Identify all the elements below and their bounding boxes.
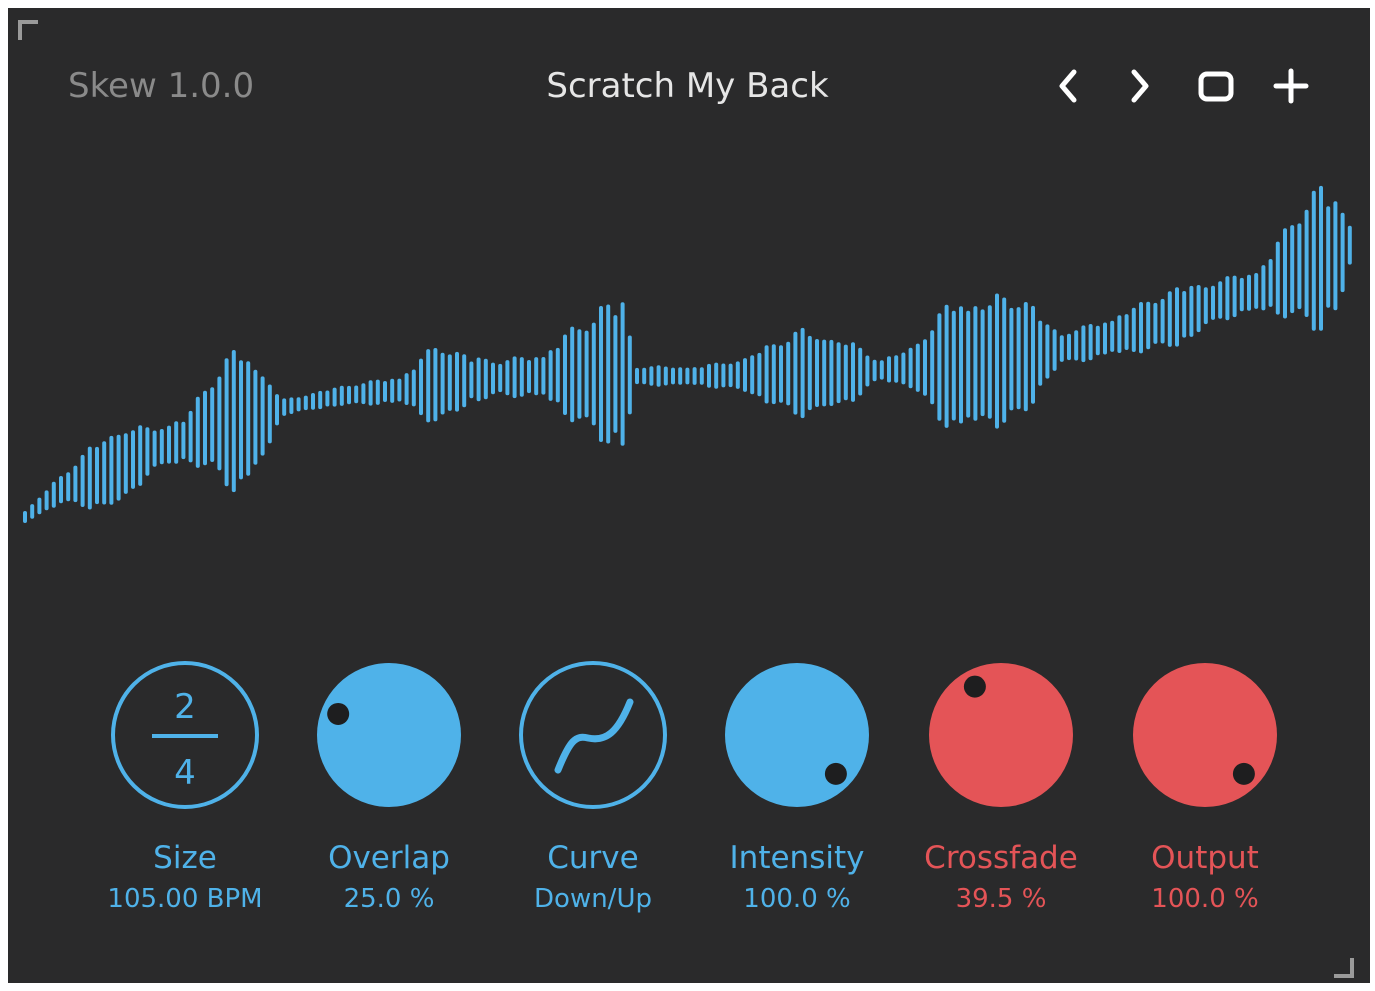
overlap-control: Overlap 25.0 % [289,660,489,940]
intensity-value[interactable]: 100.0 % [697,884,897,914]
curve-shape-icon [554,698,634,774]
overlap-indicator [327,702,350,725]
size-value[interactable]: 105.00 BPM [85,884,285,914]
curve-knob[interactable] [518,660,668,810]
curve-label: Curve [547,840,639,876]
output-value[interactable]: 100.0 % [1105,884,1305,914]
crossfade-label: Crossfade [924,840,1078,876]
size-numerator: 2 [174,687,196,727]
crossfade-value[interactable]: 39.5 % [901,884,1101,914]
curve-control: Curve Down/Up [493,660,693,940]
size-control: 2 4 Size 105.00 BPM [85,660,285,940]
resize-handle-icon[interactable] [1334,958,1354,978]
overlap-value[interactable]: 25.0 % [289,884,489,914]
output-knob[interactable] [1130,660,1280,810]
size-label: Size [153,840,217,876]
intensity-control: Intensity 100.0 % [697,660,897,940]
output-indicator [1232,762,1255,785]
crossfade-indicator [963,675,986,698]
output-control: Output 100.0 % [1105,660,1305,940]
crossfade-control: Crossfade 39.5 % [901,660,1101,940]
intensity-label: Intensity [729,840,865,876]
waveform-display[interactable] [0,0,1375,600]
intensity-indicator [824,762,847,785]
size-denominator: 4 [174,753,196,793]
overlap-label: Overlap [328,840,450,876]
intensity-knob[interactable] [722,660,872,810]
overlap-knob[interactable] [314,660,464,810]
output-label: Output [1151,840,1259,876]
curve-value[interactable]: Down/Up [493,884,693,914]
crossfade-knob[interactable] [926,660,1076,810]
size-knob[interactable]: 24 [110,660,260,810]
